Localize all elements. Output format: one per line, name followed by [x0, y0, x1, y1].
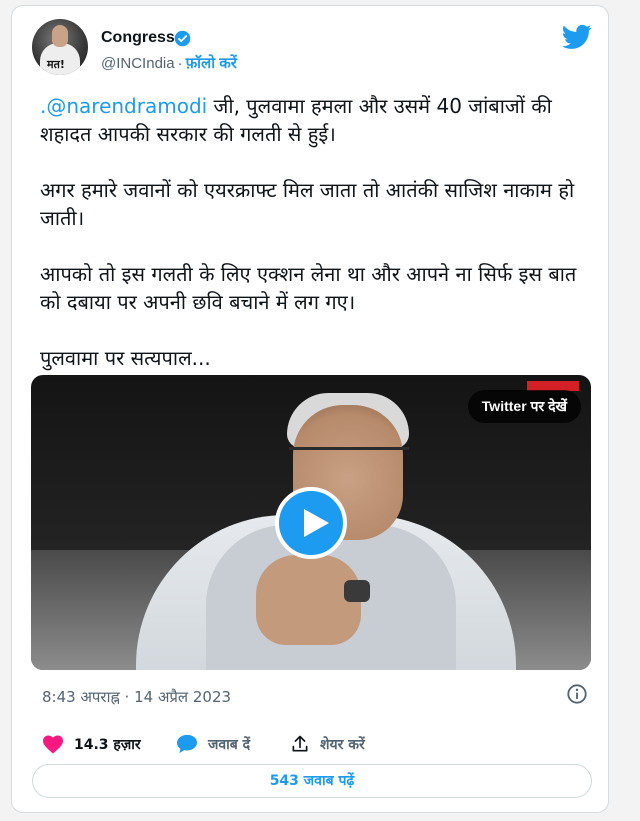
- tweet-timestamp[interactable]: 8:43 अपराह्न · 14 अप्रैल 2023: [42, 687, 231, 707]
- tweet-paragraph-1: .@narendramodi जी, पुलवामा हमला और उसमें…: [40, 92, 600, 148]
- play-icon: [304, 509, 329, 537]
- like-button[interactable]: 14.3 हज़ार: [42, 734, 141, 754]
- like-count: 14.3 हज़ार: [74, 736, 141, 753]
- twitter-bird-icon[interactable]: [562, 24, 592, 50]
- separator-dot: ·: [177, 55, 183, 72]
- tweet-paragraph-2: अगर हमारे जवानों को एयरक्राफ्ट मिल जाता …: [40, 178, 575, 230]
- tweet-paragraph-3: आपको तो इस गलती के लिए एक्शन लेना था और …: [40, 262, 577, 314]
- tweet-text: .@narendramodi जी, पुलवामा हमला और उसमें…: [40, 92, 600, 400]
- verified-badge-icon: [174, 30, 191, 47]
- heart-icon: [43, 735, 63, 754]
- reply-label: जवाब दें: [208, 736, 251, 753]
- info-icon[interactable]: [566, 683, 588, 705]
- author-handle[interactable]: @INCIndia: [101, 55, 175, 72]
- read-replies-button[interactable]: 543 जवाब पढ़ें: [32, 764, 592, 798]
- tweet-card: मत! Congress @INCIndia · फ़ॉलो करें .@nare…: [11, 5, 609, 813]
- watch-on-twitter-button[interactable]: Twitter पर देखें: [467, 390, 581, 423]
- share-label: शेयर करें: [320, 736, 365, 753]
- avatar[interactable]: मत!: [32, 19, 88, 75]
- mention-link[interactable]: .@narendramodi: [40, 94, 207, 118]
- play-button[interactable]: [275, 487, 347, 559]
- video-player[interactable]: Twitter पर देखें: [31, 375, 591, 670]
- reply-bubble-icon: [177, 734, 197, 754]
- tweet-paragraph-4: पुलवामा पर सत्यपाल...: [40, 346, 211, 370]
- handle-row: @INCIndia · फ़ॉलो करें: [101, 53, 237, 73]
- reply-button[interactable]: जवाब दें: [176, 734, 250, 754]
- follow-button[interactable]: फ़ॉलो करें: [186, 55, 237, 72]
- share-icon: [292, 735, 308, 752]
- share-button[interactable]: शेयर करें: [290, 734, 365, 754]
- avatar-text: मत!: [47, 58, 65, 71]
- author-name[interactable]: Congress: [101, 29, 175, 47]
- action-bar: 14.3 हज़ार जवाब दें शेयर करें: [42, 734, 602, 760]
